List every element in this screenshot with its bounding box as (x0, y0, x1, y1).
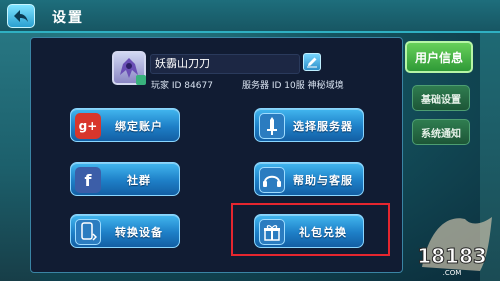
sword-icon (259, 113, 285, 139)
help-service-button[interactable]: 帮助与客服 (254, 162, 364, 196)
svg-text:.COM: .COM (443, 269, 462, 277)
avatar-badge (136, 75, 146, 85)
avatar (112, 51, 146, 85)
edit-name-button[interactable] (303, 53, 321, 71)
watermark-logo: 18183 .COM (410, 205, 495, 281)
select-server-button[interactable]: 选择服务器 (254, 108, 364, 142)
player-id: 玩家 ID 84677 (151, 81, 213, 91)
tab-user-info[interactable]: 用户信息 (405, 41, 473, 73)
community-button[interactable]: f 社群 (70, 162, 180, 196)
header-bar: 设置 (0, 0, 500, 33)
page-title: 设置 (52, 10, 84, 26)
player-name-field: 妖霸山刀刀 (150, 54, 300, 74)
back-button[interactable] (7, 4, 35, 28)
server-info: 服务器 ID 10服 神秘域境 (242, 81, 344, 91)
switch-device-button[interactable]: 转换设备 (70, 214, 180, 248)
back-arrow-icon (14, 10, 28, 22)
google-plus-icon: g+ (75, 113, 101, 139)
svg-text:18183: 18183 (417, 244, 487, 268)
device-icon (75, 219, 101, 245)
pencil-icon (307, 57, 317, 68)
tab-basic-settings[interactable]: 基础设置 (412, 85, 470, 111)
highlight-box (231, 203, 390, 256)
bind-account-button[interactable]: g+ 绑定账户 (70, 108, 180, 142)
facebook-icon: f (75, 167, 101, 193)
tab-system-notice[interactable]: 系统通知 (412, 119, 470, 145)
headset-icon (259, 167, 285, 193)
